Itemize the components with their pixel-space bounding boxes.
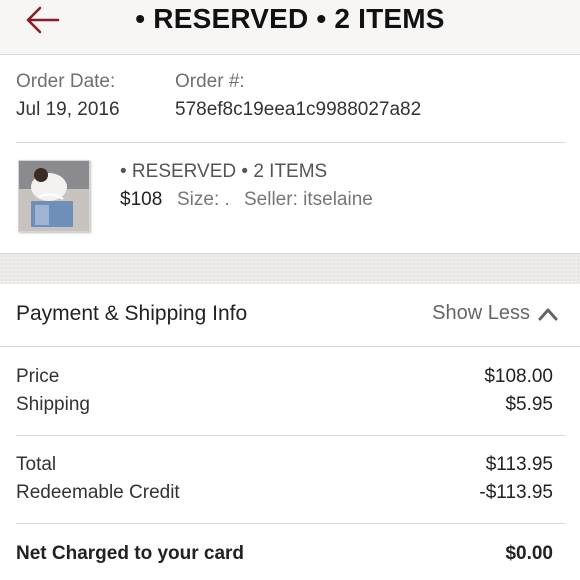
total-value: $113.95 — [485, 454, 553, 475]
order-item[interactable]: • RESERVED • 2 ITEMS $108 Size: . Seller… — [0, 143, 580, 253]
divider — [16, 435, 566, 436]
order-meta: Order Date: Jul 19, 2016 Order #: 578ef8… — [0, 55, 580, 133]
chevron-up-icon — [538, 308, 558, 320]
redeemable-credit-value: -$113.95 — [479, 482, 553, 503]
price-label: Price — [16, 366, 60, 387]
shipping-value: $5.95 — [505, 394, 553, 415]
divider — [16, 523, 566, 524]
order-date-label: Order Date: — [16, 71, 116, 92]
item-title: • RESERVED • 2 ITEMS — [120, 161, 328, 182]
net-charged-label: Net Charged to your card — [16, 543, 245, 564]
redeemable-credit-label: Redeemable Credit — [16, 482, 180, 503]
order-date-value: Jul 19, 2016 — [16, 99, 120, 120]
item-size: Size: . — [177, 189, 230, 210]
shipping-label: Shipping — [16, 394, 90, 415]
product-thumbnail[interactable] — [18, 160, 90, 232]
item-seller: Seller: itselaine — [244, 189, 373, 210]
product-image — [19, 161, 89, 231]
payment-section-header: Payment & Shipping Info Show Less — [0, 284, 580, 347]
price-value: $108.00 — [484, 366, 553, 387]
page-title: • RESERVED • 2 ITEMS — [135, 3, 445, 34]
item-price: $108 — [120, 189, 163, 210]
top-bar: • RESERVED • 2 ITEMS — [0, 0, 580, 55]
payment-title: Payment & Shipping Info — [16, 302, 248, 325]
order-number-value: 578ef8c19eea1c9988027a82 — [175, 99, 422, 120]
order-number-label: Order #: — [175, 71, 245, 92]
total-label: Total — [16, 454, 57, 475]
show-less-label: Show Less — [432, 302, 530, 324]
section-separator — [0, 253, 580, 285]
net-charged-value: $0.00 — [505, 543, 553, 564]
show-less-toggle[interactable]: Show Less — [432, 302, 558, 325]
